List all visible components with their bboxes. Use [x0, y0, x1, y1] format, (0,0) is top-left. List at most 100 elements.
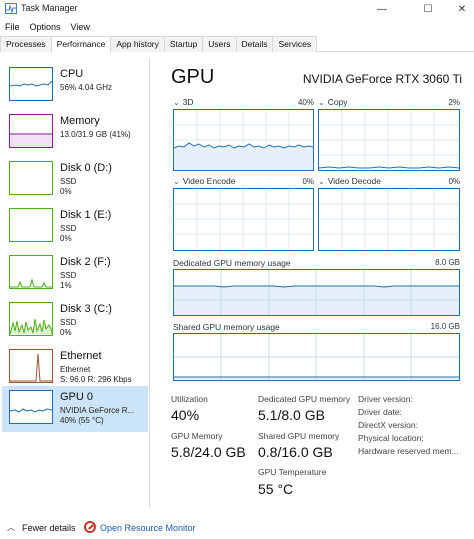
menu-bar: File Options View — [0, 19, 95, 35]
sidebar-item-value: 0% — [60, 328, 72, 337]
tab-performance[interactable]: Performance — [50, 36, 112, 53]
sidebar-item-memory[interactable]: Memory 13.0/31.9 GB (41%) — [2, 110, 148, 156]
tab-app-history[interactable]: App history — [110, 36, 165, 52]
memory-thumbnail-graph — [9, 114, 53, 148]
open-resource-monitor-link[interactable]: Open Resource Monitor — [100, 523, 196, 533]
gpu-detail-panel: GPU NVIDIA GeForce RTX 3060 Ti ⌄ 3D 40% ⌄… — [160, 58, 470, 508]
engine-copy-percent: 2% — [448, 98, 460, 107]
engine-selector-copy[interactable]: ⌄ Copy — [318, 97, 348, 107]
minimize-button[interactable]: — — [360, 0, 404, 18]
sidebar-item-gpu0[interactable]: GPU 0 NVIDIA GeForce R... 40% (55 °C) — [2, 386, 148, 432]
tab-bar: Processes Performance App history Startu… — [0, 36, 474, 53]
window-title: Task Manager — [21, 3, 78, 13]
driver-date-label: Driver date: — [358, 407, 402, 417]
utilization-label: Utilization — [171, 394, 208, 404]
engine-label: Video Decode — [327, 176, 381, 186]
tab-startup[interactable]: Startup — [163, 36, 204, 52]
gpu-model-name: NVIDIA GeForce RTX 3060 Ti — [302, 72, 462, 86]
chevron-down-icon: ⌄ — [173, 177, 180, 186]
shared-gpu-memory-value: 0.8/16.0 GB — [258, 444, 333, 460]
disk2-thumbnail-graph — [9, 255, 53, 289]
sidebar-item-disk3[interactable]: Disk 3 (C:) SSD 0% — [2, 298, 148, 344]
engine-video-encode-graph — [173, 188, 314, 251]
sidebar-item-ethernet[interactable]: Ethernet Ethernet S: 96.0 R: 296 Kbps — [2, 345, 148, 391]
sidebar-item-disk1[interactable]: Disk 1 (E:) SSD 0% — [2, 204, 148, 250]
driver-version-label: Driver version: — [358, 394, 413, 404]
resource-monitor-icon[interactable] — [84, 521, 96, 533]
engine-selector-3d[interactable]: ⌄ 3D — [173, 97, 194, 107]
sidebar-item-title: Disk 1 (E:) — [60, 209, 112, 221]
utilization-value: 40% — [171, 407, 200, 423]
dedicated-gpu-memory-value: 5.1/8.0 GB — [258, 407, 325, 423]
tab-processes[interactable]: Processes — [0, 36, 52, 52]
footer-bar: ︿ Fewer details Open Resource Monitor — [0, 518, 474, 538]
menu-file[interactable]: File — [0, 22, 25, 32]
sidebar-item-title: Disk 3 (C:) — [60, 303, 112, 315]
chevron-down-icon: ⌄ — [318, 177, 325, 186]
dedicated-memory-max: 8.0 GB — [435, 258, 460, 267]
sidebar-item-title: Memory — [60, 115, 100, 127]
sidebar-item-detail: NVIDIA GeForce R... — [60, 406, 135, 415]
engine-label: Video Encode — [182, 176, 236, 186]
engine-3d-percent: 40% — [297, 98, 314, 107]
menu-view[interactable]: View — [66, 22, 95, 32]
shared-gpu-memory-label: Shared GPU memory — [258, 431, 340, 441]
sidebar-item-title: CPU — [60, 68, 84, 80]
engine-selector-video-encode[interactable]: ⌄ Video Encode — [173, 176, 235, 186]
gpu-memory-value: 5.8/24.0 GB — [171, 444, 246, 460]
engine-copy-graph — [318, 109, 460, 171]
chevron-up-icon[interactable]: ︿ — [7, 522, 15, 533]
shared-memory-label: Shared GPU memory usage — [173, 322, 280, 332]
sidebar-item-detail: SSD — [60, 271, 77, 280]
hardware-reserved-memory-label: Hardware reserved mem... — [358, 446, 459, 456]
directx-version-label: DirectX version: — [358, 420, 418, 430]
tab-services[interactable]: Services — [272, 36, 318, 52]
sidebar-item-value: 0% — [60, 187, 72, 196]
sidebar-item-detail: Ethernet — [60, 365, 91, 374]
menu-options[interactable]: Options — [25, 22, 66, 32]
engine-video-encode-percent: 0% — [302, 177, 314, 186]
chevron-down-icon: ⌄ — [318, 98, 325, 107]
gpu-memory-label: GPU Memory — [171, 431, 223, 441]
sidebar-item-detail: SSD — [60, 224, 77, 233]
close-button[interactable]: ✕ — [440, 0, 474, 18]
sidebar-item-cpu[interactable]: CPU 56% 4.04 GHz — [2, 63, 148, 109]
sidebar-item-disk0[interactable]: Disk 0 (D:) SSD 0% — [2, 157, 148, 203]
sidebar-item-detail: SSD — [60, 177, 77, 186]
page-title: GPU — [171, 66, 215, 88]
sidebar-item-disk2[interactable]: Disk 2 (F:) SSD 1% — [2, 251, 148, 297]
gpu-temperature-label: GPU Temperature — [258, 467, 327, 477]
sidebar-item-detail: 56% 4.04 GHz — [60, 83, 113, 92]
sidebar-item-detail: 13.0/31.9 GB (41%) — [60, 130, 131, 139]
disk0-thumbnail-graph — [9, 161, 53, 195]
sidebar-item-value: 1% — [60, 281, 72, 290]
disk1-thumbnail-graph — [9, 208, 53, 242]
chevron-down-icon: ⌄ — [173, 98, 180, 107]
dedicated-memory-label: Dedicated GPU memory usage — [173, 258, 291, 268]
gpu-temperature-value: 55 °C — [258, 481, 294, 497]
sidebar-item-detail: SSD — [60, 318, 77, 327]
sidebar-item-title: GPU 0 — [60, 391, 94, 403]
tab-users[interactable]: Users — [202, 36, 237, 52]
engine-label: 3D — [182, 97, 194, 107]
disk3-thumbnail-graph — [9, 302, 53, 336]
title-bar: Task Manager — ☐ ✕ — [0, 0, 474, 18]
task-manager-app-icon — [5, 3, 17, 14]
engine-selector-video-decode[interactable]: ⌄ Video Decode — [318, 176, 381, 186]
physical-location-label: Physical location: — [358, 433, 424, 443]
sidebar-item-title: Disk 2 (F:) — [60, 256, 111, 268]
shared-memory-max: 16.0 GB — [430, 322, 460, 331]
sidebar-item-value: S: 96.0 R: 296 Kbps — [60, 375, 132, 384]
sidebar-item-value: 0% — [60, 234, 72, 243]
ethernet-thumbnail-graph — [9, 349, 53, 383]
sidebar-item-value: 40% (55 °C) — [60, 416, 104, 425]
engine-3d-graph — [173, 109, 314, 171]
sidebar-item-title: Disk 0 (D:) — [60, 162, 112, 174]
engine-video-decode-percent: 0% — [448, 177, 460, 186]
fewer-details-link[interactable]: Fewer details — [22, 523, 76, 533]
engine-video-decode-graph — [318, 188, 460, 251]
shared-memory-graph — [173, 333, 460, 381]
tab-details[interactable]: Details — [235, 36, 274, 52]
dedicated-memory-graph — [173, 269, 460, 316]
engine-label: Copy — [327, 97, 348, 107]
